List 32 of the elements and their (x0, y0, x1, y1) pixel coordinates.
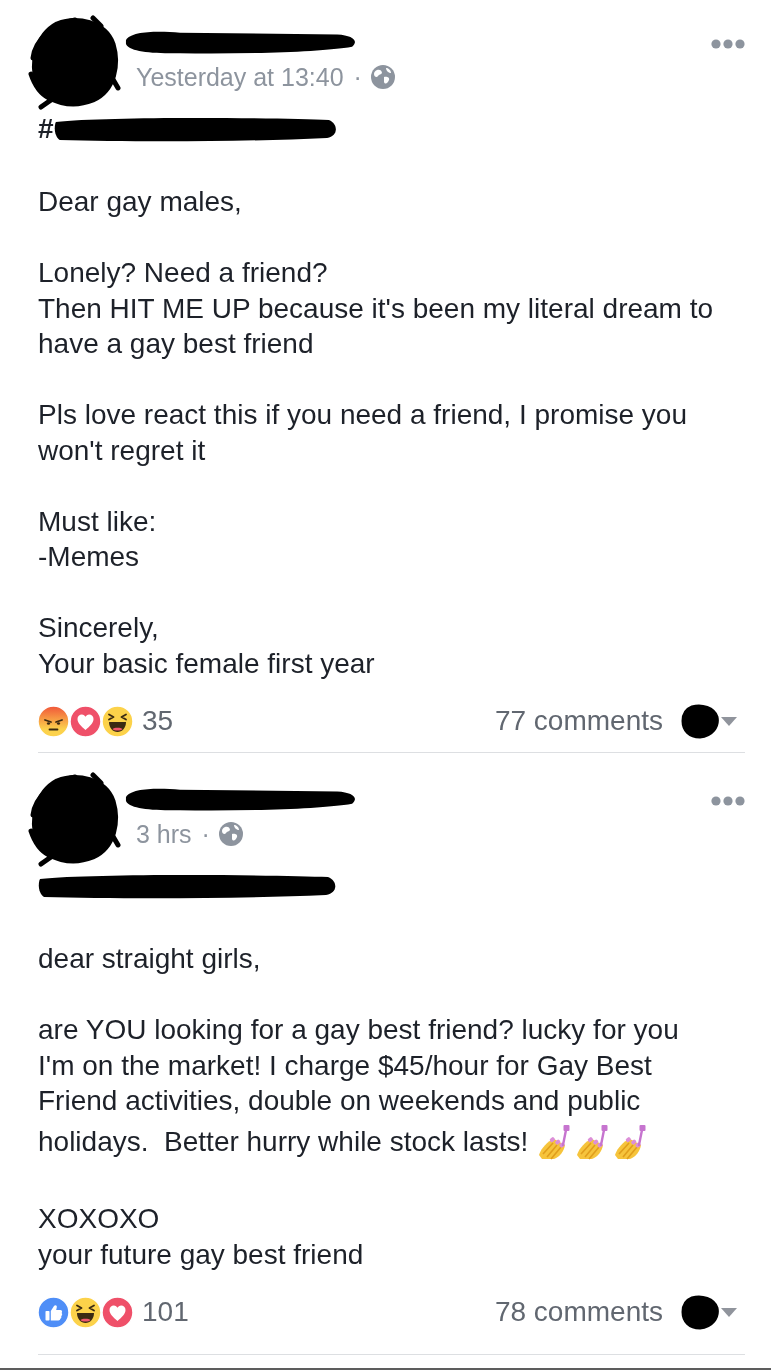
post-text: dear straight girls, (38, 943, 261, 974)
globe-icon (218, 822, 243, 846)
nail-polish-emoji-icon (538, 1124, 571, 1160)
caret-icon[interactable] (721, 1307, 737, 1317)
reaction-count[interactable]: 35 (142, 703, 174, 739)
laughing-reaction-icon (69, 1295, 102, 1329)
post-text: holidays. Better hurry while stock lasts! (38, 1125, 529, 1160)
comment-count-link[interactable]: 77 comments (494, 703, 663, 739)
globe-icon (370, 65, 395, 89)
more-options-icon[interactable] (711, 796, 745, 806)
post-time[interactable]: 3 hrs (136, 818, 192, 850)
caret-icon[interactable] (721, 716, 737, 726)
post-time[interactable]: Yesterday at 13:40 (136, 61, 344, 93)
post-text: Must like: -Memes (38, 505, 157, 572)
post-text: Lonely? Need a friend? Then HIT ME UP because it's been my literal dream to have a gay best friend (38, 257, 714, 359)
thumbs-up-reaction-icon (37, 1295, 70, 1329)
hashtag-symbol: # (38, 116, 54, 142)
more-options-icon[interactable] (711, 39, 745, 49)
post-text: Pls love react this if you need a friend, I promise you won't regret it (38, 399, 687, 466)
reaction-count[interactable]: 101 (142, 1294, 189, 1330)
laughing-reaction-icon (101, 704, 134, 738)
angry-reaction-icon (37, 704, 70, 738)
heart-reaction-icon (69, 704, 102, 738)
nail-polish-emoji-icon (576, 1124, 609, 1160)
heart-reaction-icon (101, 1295, 134, 1329)
post-text: Dear gay males, (38, 186, 242, 217)
separator-dot: · (201, 819, 210, 850)
nail-polish-emoji-icon (614, 1124, 647, 1160)
post-text: Sincerely, Your basic female first year (38, 612, 375, 679)
post-text: XOXOXO your future gay best friend (38, 1203, 364, 1270)
separator-dot: · (353, 62, 362, 93)
comment-count-link[interactable]: 78 comments (494, 1294, 663, 1330)
